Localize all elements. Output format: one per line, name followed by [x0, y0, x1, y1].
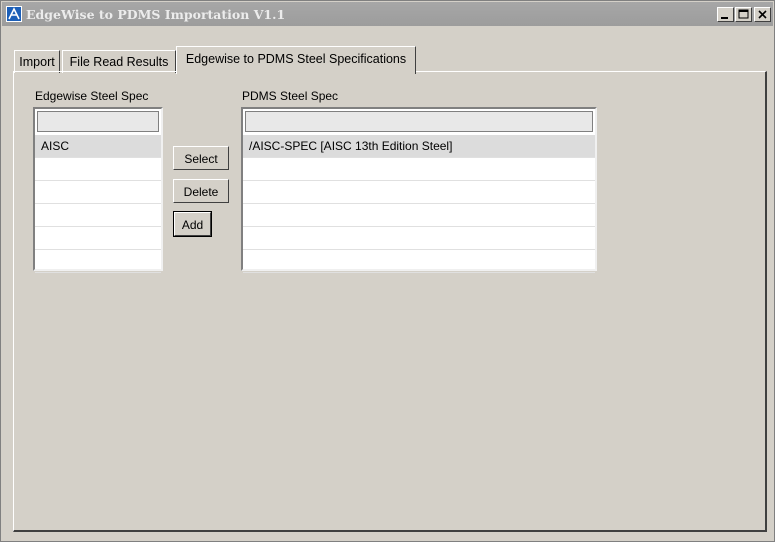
- pdms-spec-label: PDMS Steel Spec: [242, 89, 339, 103]
- pdms-spec-list[interactable]: /AISC-SPEC [AISC 13th Edition Steel]: [241, 107, 597, 273]
- list-item[interactable]: /AISC-SPEC [AISC 13th Edition Steel]: [243, 135, 595, 158]
- app-window: EdgeWise to PDMS Importation V1.1 Import…: [0, 0, 775, 542]
- delete-button[interactable]: Delete: [173, 179, 229, 203]
- tab-steel-specifications-label: Edgewise to PDMS Steel Specifications: [185, 52, 407, 66]
- add-button[interactable]: Add: [173, 211, 212, 237]
- list-item[interactable]: [243, 181, 595, 204]
- maximize-button[interactable]: [735, 7, 752, 22]
- tab-steel-specifications[interactable]: Edgewise to PDMS Steel Specifications: [176, 46, 416, 74]
- list-item[interactable]: AISC: [35, 135, 161, 158]
- tab-panel: Edgewise Steel Spec AISC Select Delete A…: [13, 71, 767, 532]
- tab-import[interactable]: Import: [14, 50, 60, 73]
- tab-file-read-results-label: File Read Results: [69, 55, 169, 69]
- window-title: EdgeWise to PDMS Importation V1.1: [26, 7, 286, 22]
- list-item[interactable]: [35, 158, 161, 181]
- list-item[interactable]: [243, 158, 595, 181]
- list-item[interactable]: [243, 204, 595, 227]
- tab-import-label: Import: [19, 55, 55, 69]
- edgewise-list-header: [37, 111, 159, 132]
- edgewise-spec-label: Edgewise Steel Spec: [35, 89, 149, 103]
- list-item[interactable]: [35, 227, 161, 250]
- select-button[interactable]: Select: [173, 146, 229, 170]
- minimize-button[interactable]: [717, 7, 734, 22]
- list-item[interactable]: [243, 227, 595, 250]
- close-button[interactable]: [754, 7, 771, 22]
- tab-file-read-results[interactable]: File Read Results: [62, 50, 176, 73]
- list-item[interactable]: [243, 250, 595, 273]
- list-item[interactable]: [35, 181, 161, 204]
- app-logo-icon: [6, 6, 22, 22]
- edgewise-spec-list[interactable]: AISC: [33, 107, 163, 273]
- list-item[interactable]: [35, 204, 161, 227]
- pdms-list-header: [245, 111, 593, 132]
- title-bar[interactable]: EdgeWise to PDMS Importation V1.1: [2, 2, 773, 26]
- list-item[interactable]: [35, 250, 161, 273]
